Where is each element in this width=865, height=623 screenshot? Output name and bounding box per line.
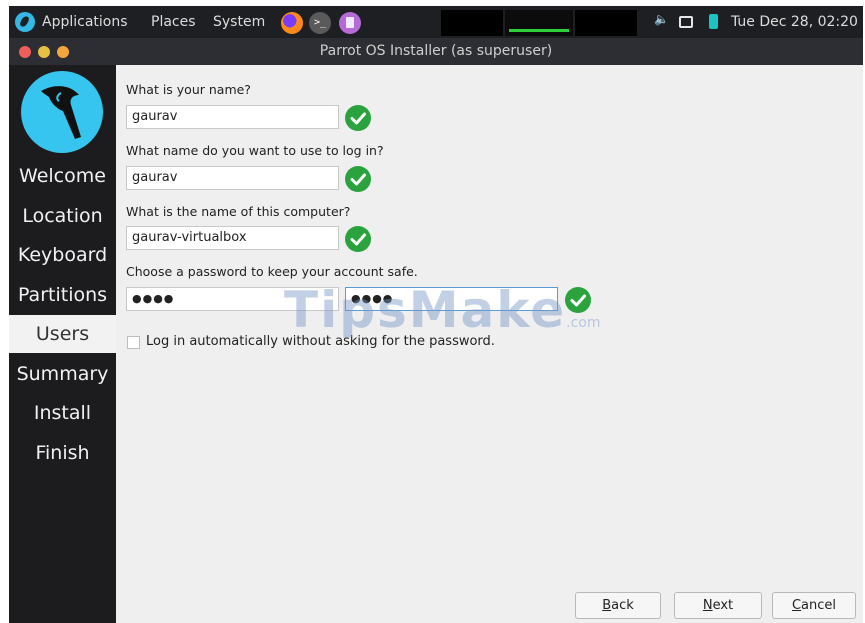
installer-sidebar: Welcome Location Keyboard Partitions Use… bbox=[9, 65, 116, 623]
sidebar-step-location: Location bbox=[22, 205, 103, 227]
parrot-menu-icon[interactable] bbox=[15, 12, 35, 32]
volume-icon[interactable]: 🔈 bbox=[654, 12, 669, 26]
back-mnemonic: B bbox=[602, 598, 612, 613]
next-button[interactable]: Next bbox=[674, 592, 762, 619]
sidebar-step-summary: Summary bbox=[16, 363, 109, 385]
next-mnemonic: N bbox=[702, 598, 713, 613]
computer-name-valid-check-icon bbox=[345, 226, 371, 252]
parrot-logo-icon bbox=[21, 71, 103, 153]
sidebar-step-install: Install bbox=[33, 402, 92, 424]
display-icon[interactable] bbox=[679, 16, 693, 28]
places-menu[interactable]: Places bbox=[151, 14, 196, 30]
login-valid-check-icon bbox=[345, 166, 371, 192]
cancel-mnemonic: C bbox=[791, 598, 802, 613]
sidebar-step-welcome: Welcome bbox=[19, 165, 106, 187]
text-editor-icon[interactable] bbox=[339, 12, 361, 34]
window-titlebar[interactable]: Parrot OS Installer (as superuser) bbox=[9, 38, 863, 65]
password-label: Choose a password to keep your account s… bbox=[126, 264, 418, 279]
system-menu[interactable]: System bbox=[213, 14, 265, 30]
cancel-button[interactable]: Cancel bbox=[772, 592, 856, 619]
login-label: What name do you want to use to log in? bbox=[126, 143, 384, 158]
battery-icon[interactable] bbox=[709, 14, 718, 29]
terminal-icon[interactable]: >_ bbox=[309, 12, 331, 34]
name-label: What is your name? bbox=[126, 82, 251, 97]
computer-name-input[interactable]: gaurav-virtualbox bbox=[126, 226, 339, 250]
computer-name-label: What is the name of this computer? bbox=[126, 204, 351, 219]
back-button[interactable]: Back bbox=[575, 592, 661, 619]
back-label-rest: ack bbox=[611, 598, 634, 613]
workspace-2[interactable] bbox=[505, 10, 573, 36]
applications-menu[interactable]: Applications bbox=[42, 14, 128, 30]
sidebar-step-finish: Finish bbox=[35, 442, 90, 464]
users-page: What is your name? gaurav What name do y… bbox=[116, 65, 863, 623]
cancel-label-rest: ancel bbox=[801, 598, 837, 613]
top-panel: Applications Places System >_ 🔈 Tue Dec … bbox=[9, 6, 863, 38]
full-name-input[interactable]: gaurav bbox=[126, 105, 339, 129]
watermark: TipsMake.com bbox=[284, 281, 600, 339]
watermark-suffix: .com bbox=[566, 315, 601, 331]
autologin-checkbox[interactable] bbox=[127, 336, 140, 349]
desktop: Applications Places System >_ 🔈 Tue Dec … bbox=[9, 6, 863, 623]
workspace-3[interactable] bbox=[575, 10, 637, 36]
sidebar-step-users: Users bbox=[9, 315, 116, 353]
sidebar-step-keyboard: Keyboard bbox=[17, 244, 108, 266]
watermark-text: TipsMake bbox=[284, 281, 567, 339]
window-title: Parrot OS Installer (as superuser) bbox=[319, 43, 553, 59]
next-label-rest: ext bbox=[712, 598, 734, 613]
name-valid-check-icon bbox=[345, 105, 371, 131]
sidebar-step-partitions: Partitions bbox=[17, 284, 108, 306]
workspace-1[interactable] bbox=[441, 10, 503, 36]
clock[interactable]: Tue Dec 28, 02:20 bbox=[731, 14, 858, 30]
firefox-icon[interactable] bbox=[281, 12, 303, 34]
username-input[interactable]: gaurav bbox=[126, 166, 339, 190]
